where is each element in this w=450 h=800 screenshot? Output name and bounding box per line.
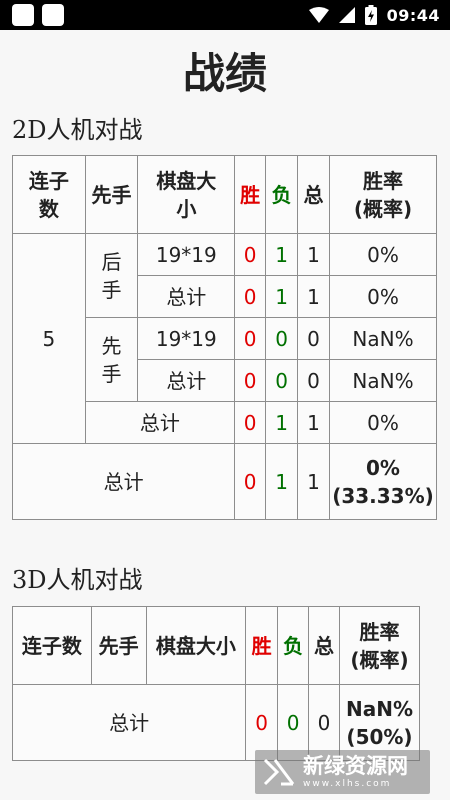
header-xianshou: 先手 xyxy=(90,606,147,685)
total-cell: 0 xyxy=(297,359,330,402)
rate-cell: 0% xyxy=(328,275,438,318)
watermark-text: 新绿资源网 xyxy=(303,754,408,778)
stats-table-3d: 连子数 先手 棋盘大小 胜 负 总 胜率 (概率) 总计 0 0 0 NaN% … xyxy=(11,606,420,761)
header-qipan: 棋盘大小 xyxy=(145,606,247,685)
page-title: 战绩 xyxy=(182,49,267,98)
watermark: 新绿资源网 www.xlhs.com xyxy=(255,750,430,794)
header-win: 胜 xyxy=(234,155,267,234)
xianshou-group-label: 先 手 xyxy=(84,317,139,402)
total-cell: 0 xyxy=(297,317,330,360)
app-notification-icon xyxy=(12,4,34,26)
grand-total-label: 总计 xyxy=(11,684,247,761)
total-cell: 1 xyxy=(297,443,330,520)
status-bar-right: 09:44 xyxy=(308,4,440,26)
total-cell: 1 xyxy=(297,401,330,444)
total-cell: 1 xyxy=(297,275,330,318)
loss-cell: 1 xyxy=(265,233,299,276)
watermark-logo-icon xyxy=(263,758,295,786)
rate-cell: NaN% xyxy=(328,317,438,360)
rate-cell: 0% (33.33%) xyxy=(328,443,438,520)
grand-total-label: 总计 xyxy=(11,443,236,520)
loss-cell: 1 xyxy=(265,401,299,444)
header-win: 胜 xyxy=(245,606,279,685)
win-cell: 0 xyxy=(234,317,267,360)
subtotal-label: 总计 xyxy=(84,401,236,444)
win-cell: 0 xyxy=(234,275,267,318)
rate-cell: 0% xyxy=(328,401,438,444)
board-size-cell: 总计 xyxy=(137,359,236,402)
win-cell: 0 xyxy=(234,443,267,520)
app-notification-icon xyxy=(42,4,64,26)
rate-cell: NaN% xyxy=(328,359,438,402)
status-bar: 09:44 xyxy=(0,0,450,30)
loss-cell: 0 xyxy=(265,359,299,402)
win-cell: 0 xyxy=(234,359,267,402)
board-size-cell: 19*19 xyxy=(137,233,236,276)
win-cell: 0 xyxy=(234,233,267,276)
header-total: 总 xyxy=(308,606,341,685)
table-header-row: 连子数 先手 棋盘大小 胜 负 总 胜率 (概率) xyxy=(12,606,420,685)
watermark-subtext: www.xlhs.com xyxy=(303,779,392,789)
header-lianzishu: 连子 数 xyxy=(12,155,86,234)
total-cell: 1 xyxy=(297,233,330,276)
loss-cell: 1 xyxy=(265,443,299,520)
header-loss: 负 xyxy=(277,606,310,685)
section-title-3d: 3D人机对战 xyxy=(12,566,143,594)
lianzishu-value: 5 xyxy=(12,233,86,444)
header-total: 总 xyxy=(297,155,330,234)
loss-cell: 1 xyxy=(265,275,299,318)
wifi-icon xyxy=(308,7,329,23)
table-header-row: 连子 数 先手 棋盘大 小 胜 负 总 胜率 (概率) xyxy=(12,155,438,234)
table-row: 5 后 手 19*19 0 1 1 0% xyxy=(12,233,438,444)
header-rate: 胜率 (概率) xyxy=(339,606,420,685)
win-cell: 0 xyxy=(234,401,267,444)
battery-charging-icon xyxy=(364,5,377,25)
header-qipan: 棋盘大 小 xyxy=(137,155,236,234)
status-time: 09:44 xyxy=(386,5,440,25)
loss-cell: 0 xyxy=(265,317,299,360)
board-size-cell: 19*19 xyxy=(137,317,236,360)
xianshou-group-label: 后 手 xyxy=(84,233,139,318)
signal-icon xyxy=(338,7,355,23)
section-title-2d: 2D人机对战 xyxy=(12,116,143,144)
stats-table-2d: 连子 数 先手 棋盘大 小 胜 负 总 胜率 (概率) 5 后 手 19*19 … xyxy=(11,155,438,520)
grand-total-row: 总计 0 1 1 0% (33.33%) xyxy=(11,443,438,520)
rate-cell: 0% xyxy=(328,233,438,276)
board-size-cell: 总计 xyxy=(137,275,236,318)
header-loss: 负 xyxy=(265,155,299,234)
header-lianzishu: 连子数 xyxy=(12,606,92,685)
header-xianshou: 先手 xyxy=(84,155,139,234)
header-rate: 胜率 (概率) xyxy=(328,155,438,234)
